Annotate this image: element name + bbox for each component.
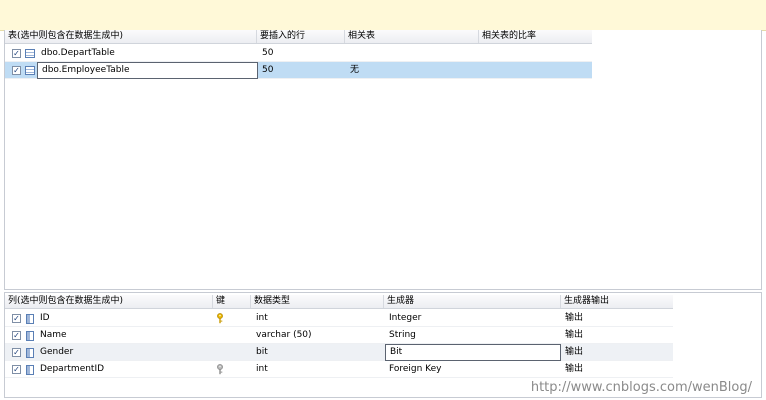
data-type: int — [256, 364, 268, 374]
related-table[interactable]: 无 — [350, 62, 359, 79]
primary-key-icon — [217, 313, 223, 324]
rows-to-insert[interactable]: 50 — [262, 62, 273, 79]
tables-grid: 表(选中则包含在数据生成中) 要插入的行 相关表 相关表的比率 ✓ dbo.De… — [4, 30, 762, 290]
column-name: Gender — [40, 347, 74, 357]
header-table[interactable]: 表(选中则包含在数据生成中) — [5, 30, 257, 43]
rows-to-insert[interactable]: 50 — [262, 45, 273, 62]
include-checkbox[interactable]: ✓ — [12, 49, 21, 58]
header-related-ratio[interactable]: 相关表的比率 — [479, 30, 592, 43]
column-name: Name — [40, 330, 67, 340]
header-column[interactable]: 列(选中则包含在数据生成中) — [5, 295, 213, 308]
info-bar — [0, 0, 766, 31]
generator-output[interactable]: 输出 — [565, 361, 583, 378]
generator-output[interactable]: 输出 — [565, 327, 583, 344]
column-icon — [26, 331, 34, 341]
table-icon — [25, 66, 35, 75]
column-row-name[interactable]: ✓ Name varchar (50) String 输出 — [5, 327, 673, 344]
table-row-employee[interactable]: ✓ dbo.EmployeeTable 50 无 — [5, 62, 592, 79]
column-row-gender[interactable]: ✓ Gender bit Bit 输出 — [5, 344, 673, 361]
column-icon — [26, 348, 34, 358]
columns-grid-header: 列(选中则包含在数据生成中) 键 数据类型 生成器 生成器输出 — [5, 295, 673, 309]
include-checkbox[interactable]: ✓ — [12, 348, 21, 357]
table-name: dbo.DepartTable — [41, 48, 115, 58]
generator-output[interactable]: 输出 — [565, 344, 583, 361]
include-checkbox[interactable]: ✓ — [12, 365, 21, 374]
foreign-key-icon — [217, 364, 223, 375]
generator[interactable]: Integer — [389, 310, 421, 327]
generator-dropdown[interactable]: Bit — [385, 344, 561, 361]
generator[interactable]: String — [389, 327, 416, 344]
data-type: int — [256, 313, 268, 323]
header-generator[interactable]: 生成器 — [384, 295, 561, 308]
header-data-type[interactable]: 数据类型 — [251, 295, 384, 308]
column-icon — [26, 365, 34, 375]
column-name: ID — [40, 313, 50, 323]
column-name: DepartmentID — [40, 364, 105, 374]
data-type: varchar (50) — [256, 330, 312, 340]
header-key[interactable]: 键 — [213, 295, 251, 308]
table-row-depart[interactable]: ✓ dbo.DepartTable 50 — [5, 45, 592, 62]
column-row-departmentid[interactable]: ✓ DepartmentID int Foreign Key 输出 — [5, 361, 673, 378]
table-icon — [25, 49, 35, 58]
table-name-editor[interactable]: dbo.EmployeeTable — [37, 62, 258, 79]
column-icon — [26, 314, 34, 324]
column-row-id[interactable]: ✓ ID int Integer 输出 — [5, 310, 673, 327]
header-rows-to-insert[interactable]: 要插入的行 — [257, 30, 345, 43]
watermark: http://www.cnblogs.com/wenBlog/ — [530, 380, 752, 395]
tables-grid-header: 表(选中则包含在数据生成中) 要插入的行 相关表 相关表的比率 — [5, 30, 592, 44]
data-type: bit — [256, 347, 268, 357]
header-generator-output[interactable]: 生成器输出 — [561, 295, 673, 308]
include-checkbox[interactable]: ✓ — [12, 331, 21, 340]
include-checkbox[interactable]: ✓ — [12, 314, 21, 323]
generator-output[interactable]: 输出 — [565, 310, 583, 327]
header-related-table[interactable]: 相关表 — [345, 30, 479, 43]
generator[interactable]: Foreign Key — [389, 361, 442, 378]
include-checkbox[interactable]: ✓ — [12, 66, 21, 75]
